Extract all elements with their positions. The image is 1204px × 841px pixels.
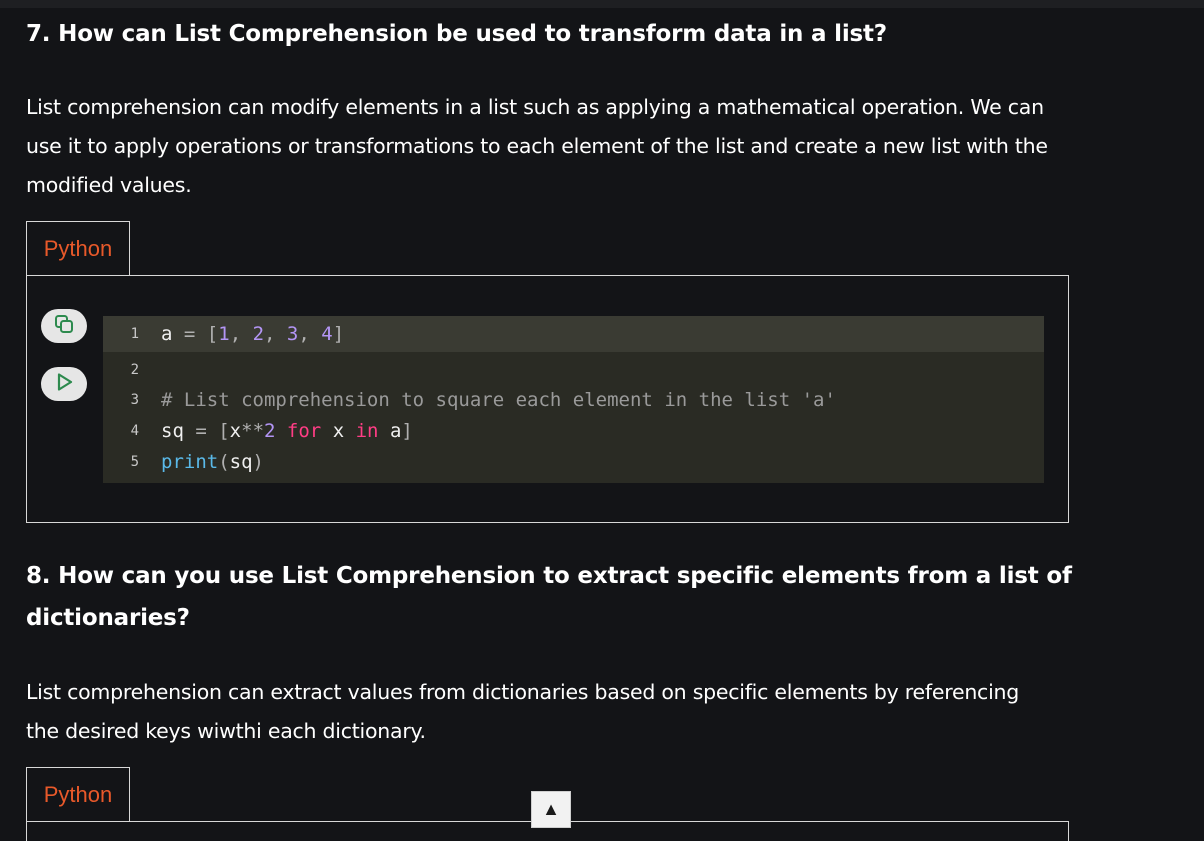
- code-comment: # List comprehension to square each elem…: [161, 388, 836, 411]
- arrow-up-icon: ▲: [542, 799, 560, 819]
- run-button[interactable]: [41, 367, 87, 401]
- section-7-paragraph: List comprehension can modify elements i…: [26, 95, 1048, 197]
- play-icon: [53, 371, 75, 398]
- code-block: 1 a = [1, 2, 3, 4] 2 3 # List comprehens…: [26, 275, 1069, 523]
- line-number: 1: [130, 326, 139, 342]
- section-7-heading: 7. How can List Comprehension be used to…: [26, 21, 887, 47]
- code-line: 4 sq = [x**2 for x in a]: [103, 415, 1044, 446]
- code-line: 5 print(sq): [103, 446, 1044, 477]
- code-text: print(sq): [161, 450, 264, 473]
- section-8-heading: 8. How can you use List Comprehension to…: [26, 563, 1072, 631]
- copy-icon: [53, 313, 75, 340]
- code-text: a = [1, 2, 3, 4]: [161, 323, 345, 345]
- line-number: 5: [130, 453, 139, 470]
- line-number: 4: [130, 422, 139, 439]
- section-8-paragraph: List comprehension can extract values fr…: [26, 680, 1020, 743]
- code-text: sq = [x**2 for x in a]: [161, 419, 413, 442]
- top-bar: [0, 0, 1204, 8]
- copy-button[interactable]: [41, 309, 87, 343]
- code-line: 1 a = [1, 2, 3, 4]: [103, 316, 1044, 352]
- line-number: 3: [130, 391, 139, 408]
- python-tab[interactable]: Python: [26, 221, 130, 275]
- scroll-to-top-button[interactable]: ▲: [531, 791, 571, 828]
- python-tab[interactable]: Python: [26, 767, 130, 821]
- code-line: 2: [103, 354, 1044, 385]
- line-number: 2: [130, 361, 139, 378]
- code-editor[interactable]: 1 a = [1, 2, 3, 4] 2 3 # List comprehens…: [103, 316, 1044, 483]
- code-line: 3 # List comprehension to square each el…: [103, 384, 1044, 415]
